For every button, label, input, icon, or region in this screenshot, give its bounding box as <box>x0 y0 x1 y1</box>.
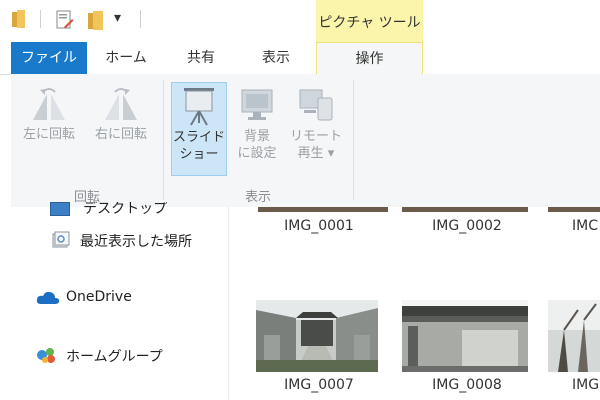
navigation-pane: デスクトップ 最近表示した場所 OneDrive ホームグループ <box>0 202 228 400</box>
photo-tree-icon <box>548 300 600 372</box>
file-thumbnail[interactable] <box>548 300 600 372</box>
tab-share[interactable]: 共有 <box>166 42 236 74</box>
file-name[interactable]: IMC <box>572 218 600 234</box>
recent-places-icon <box>52 231 70 253</box>
slideshow-icon <box>172 85 226 129</box>
contextual-tab-group: ピクチャ ツール <box>316 0 423 42</box>
thumbnail-partial[interactable] <box>402 207 528 212</box>
separator <box>40 10 41 28</box>
nav-item-desktop[interactable]: デスクトップ <box>50 202 220 218</box>
nav-item-homegroup[interactable]: ホームグループ <box>36 344 216 366</box>
file-name[interactable]: IMG_0008 <box>406 377 528 393</box>
tab-file[interactable]: ファイル <box>11 42 87 74</box>
set-background-label-line2: に設定 <box>237 146 277 161</box>
nav-item-onedrive[interactable]: OneDrive <box>36 287 216 309</box>
properties-icon[interactable] <box>56 10 74 34</box>
remote-play-label-line2: 再生 ▾ <box>297 146 335 161</box>
tab-manage[interactable]: 操作 <box>316 42 423 75</box>
ribbon-tab-row: ファイル ホーム 共有 表示 操作 <box>0 42 600 75</box>
remote-play-icon <box>287 84 345 128</box>
thumbnail-partial[interactable] <box>548 207 600 212</box>
remote-play-label-line1: リモート <box>289 129 342 144</box>
new-folder-icon[interactable] <box>88 10 104 34</box>
slideshow-label-line1: スライド <box>172 130 225 145</box>
nav-item-label: OneDrive <box>66 289 132 305</box>
group-separator <box>163 80 164 200</box>
file-thumbnail[interactable] <box>402 300 528 372</box>
file-name[interactable]: IMG <box>572 377 600 393</box>
rotate-right-label: 右に回転 <box>94 127 147 142</box>
photo-wall-icon <box>402 300 528 372</box>
file-name[interactable]: IMG_0001 <box>258 218 380 234</box>
chevron-down-icon: ▾ <box>114 10 122 26</box>
rotate-right-button[interactable]: 右に回転 <box>89 82 153 162</box>
nav-item-recent[interactable]: 最近表示した場所 <box>50 229 225 251</box>
rotate-left-label: 左に回転 <box>22 127 75 142</box>
thumbnail-partial[interactable] <box>258 207 388 212</box>
set-background-icon <box>231 84 283 128</box>
set-background-button[interactable]: 背景 に設定 <box>231 82 283 176</box>
rotate-left-icon <box>19 84 79 126</box>
separator <box>140 10 141 28</box>
desktop-icon <box>50 202 70 216</box>
slideshow-button[interactable]: スライド ショー <box>171 82 227 176</box>
file-name[interactable]: IMG_0002 <box>406 218 528 234</box>
contextual-group-label: ピクチャ ツール <box>318 15 421 31</box>
rotate-left-button[interactable]: 左に回転 <box>19 82 79 162</box>
file-thumbnail[interactable] <box>256 300 378 372</box>
remote-play-button[interactable]: リモート 再生 ▾ <box>287 82 345 176</box>
nav-item-label: 最近表示した場所 <box>80 234 192 250</box>
tab-view[interactable]: 表示 <box>241 42 311 74</box>
nav-item-label: ホームグループ <box>66 349 163 365</box>
photo-alley-icon <box>256 300 378 372</box>
nav-item-label: デスクトップ <box>83 202 168 217</box>
rotate-right-icon <box>89 84 153 126</box>
group-separator <box>353 80 354 200</box>
homegroup-icon <box>36 346 58 368</box>
tab-home[interactable]: ホーム <box>91 42 161 74</box>
ribbon: 左に回転 右に回転 回転 スライド ショー 背景 に設定 リモート 再生 ▾ 表… <box>11 74 600 208</box>
set-background-label-line1: 背景 <box>243 129 270 144</box>
title-bar: ▾ <box>0 0 600 42</box>
slideshow-label-line2: ショー <box>179 147 219 162</box>
quick-access-dropdown[interactable]: ▾ <box>114 10 121 26</box>
file-name[interactable]: IMG_0007 <box>258 377 380 393</box>
folder-icon <box>12 10 26 32</box>
onedrive-icon <box>36 290 60 310</box>
